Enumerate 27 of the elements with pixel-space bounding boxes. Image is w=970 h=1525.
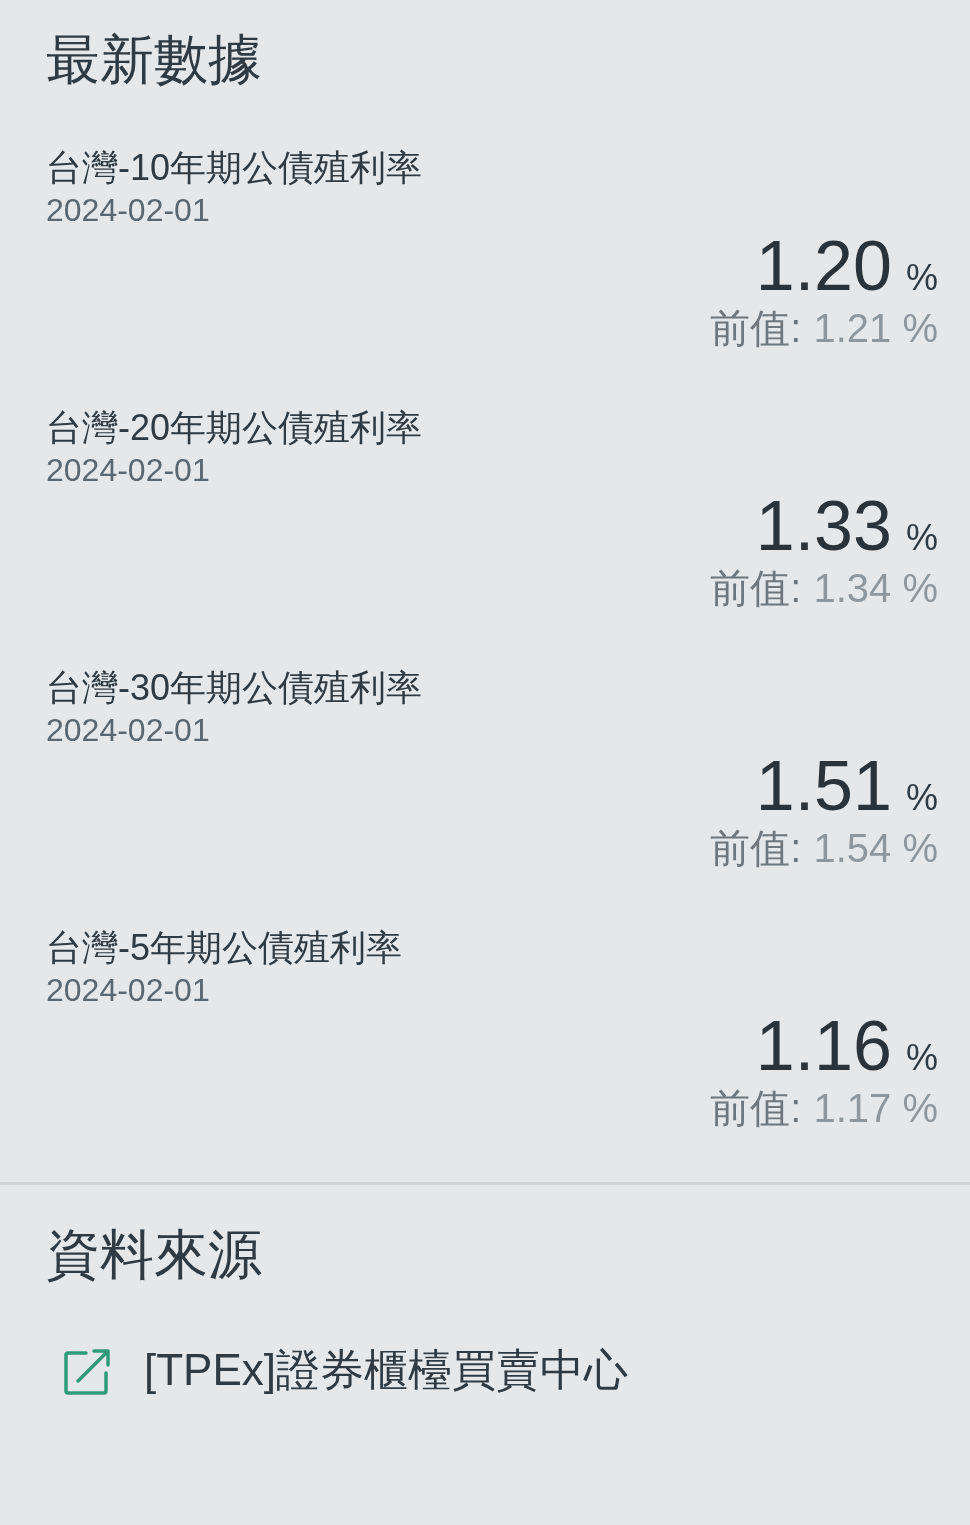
unit-label: % [906, 777, 938, 819]
indicator-date: 2024-02-01 [46, 191, 211, 230]
previous-value: 1.34 % [813, 565, 938, 612]
unit-label: % [906, 1037, 938, 1079]
previous-label: 前值: [710, 825, 802, 872]
indicator-date: 2024-02-01 [46, 451, 211, 490]
indicator-value: 1.16 [755, 1010, 892, 1082]
indicator-date: 2024-02-01 [46, 711, 211, 750]
indicator-value: 1.20 [755, 230, 892, 302]
unit-label: % [906, 257, 938, 299]
indicator-value: 1.51 [755, 750, 892, 822]
indicator-title: 台灣-10年期公債殖利率 [46, 146, 424, 190]
section-heading: 最新數據 [46, 28, 263, 91]
indicator-date: 2024-02-01 [46, 971, 211, 1010]
indicator-title: 台灣-20年期公債殖利率 [46, 406, 424, 450]
previous-value: 1.17 % [813, 1085, 938, 1132]
previous-label: 前值: [710, 565, 802, 612]
section-heading: 資料來源 [46, 1223, 263, 1286]
previous-value: 1.54 % [813, 825, 938, 872]
unit-label: % [906, 517, 938, 559]
previous-value: 1.21 % [813, 305, 938, 352]
previous-label: 前值: [710, 1085, 802, 1132]
previous-label: 前值: [710, 305, 802, 352]
indicator-title: 台灣-5年期公債殖利率 [46, 926, 403, 970]
source-link[interactable]: [TPEx]證券櫃檯買賣中心 [144, 1341, 629, 1400]
indicator-title: 台灣-30年期公債殖利率 [46, 666, 424, 710]
indicator-value: 1.33 [755, 490, 892, 562]
